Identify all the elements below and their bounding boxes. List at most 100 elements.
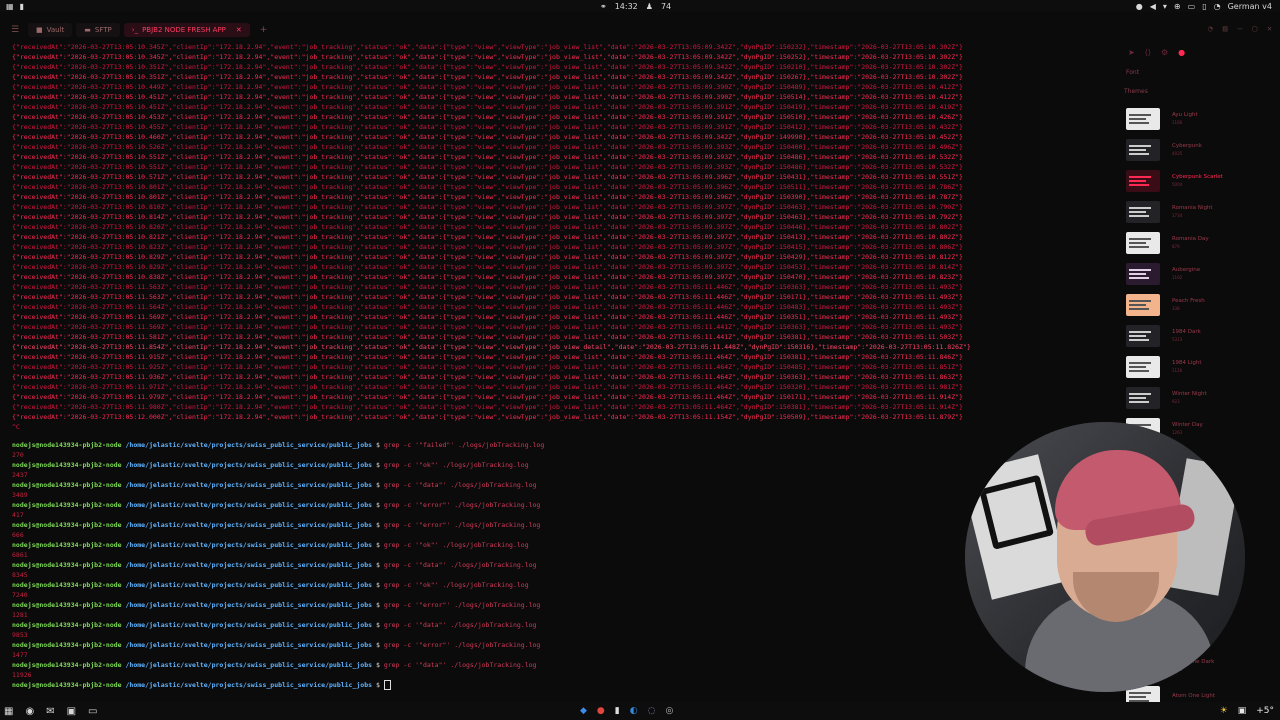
theme-thumbnail: [1126, 386, 1160, 409]
prompt-path: /home/jelastic/svelte/projects/swiss_pub…: [125, 661, 373, 669]
close-icon[interactable]: ✕: [1267, 24, 1272, 33]
mic-icon[interactable]: ▾: [1163, 2, 1167, 11]
command-result: 9853: [12, 631, 28, 639]
log-line: {"receivedAt":"2026-03-27T13:05:10.551Z"…: [12, 163, 963, 171]
vscode-icon[interactable]: ◆: [580, 706, 587, 716]
log-line: {"receivedAt":"2026-03-27T13:05:10.551Z"…: [12, 153, 963, 161]
prompt-user: nodejs@node143934-pbjb2-node: [12, 461, 122, 469]
app-grid-icon[interactable]: ▦: [4, 706, 13, 717]
github-icon[interactable]: ●: [1136, 2, 1143, 11]
prompt-path: /home/jelastic/svelte/projects/swiss_pub…: [125, 641, 373, 649]
weather-icon[interactable]: ☀: [1220, 706, 1228, 716]
battery-icon[interactable]: ▯: [1202, 2, 1206, 11]
log-line: {"receivedAt":"2026-03-27T13:05:11.569Z"…: [12, 313, 963, 321]
weather-temp[interactable]: +5°: [1256, 706, 1274, 716]
add-tab-icon[interactable]: +: [260, 25, 268, 35]
tab-sftp[interactable]: ▬ SFTP: [76, 23, 120, 37]
prompt-dollar: $: [375, 441, 380, 449]
tab-vault[interactable]: ■ Vault: [28, 23, 73, 37]
system-top-bar: ▦ ▮ ⚭ 14:32 ♟ 74 ● ◀ ▾ ⊕ ▭ ▯ ◔ German v4: [0, 0, 1280, 12]
log-line: {"receivedAt":"2026-03-27T13:05:10.810Z"…: [12, 203, 963, 211]
command-history: nodejs@node143934-pbjb2-node /home/jelas…: [12, 440, 1112, 680]
close-icon[interactable]: ✕: [236, 26, 242, 34]
log-line: {"receivedAt":"2026-03-27T13:05:11.581Z"…: [12, 333, 963, 341]
log-line: {"receivedAt":"2026-03-27T13:05:10.453Z"…: [12, 113, 963, 121]
theme-count: 4035: [1172, 151, 1183, 156]
user-icon: ♟: [645, 1, 653, 11]
log-line: {"receivedAt":"2026-03-27T13:05:10.801Z"…: [12, 193, 963, 201]
command-line: nodejs@node143934-pbjb2-node /home/jelas…: [12, 520, 1112, 530]
mail-icon[interactable]: ✉: [46, 706, 54, 717]
settings-icon[interactable]: ⚙: [1161, 48, 1168, 57]
screen-icon[interactable]: ▭: [1188, 2, 1196, 11]
theme-thumbnail: [1126, 231, 1160, 254]
theme-item[interactable]: Cyberpunk 4035: [1118, 134, 1268, 165]
network-icon[interactable]: ⊕: [1174, 2, 1181, 11]
theme-item[interactable]: Peach Fresh 338: [1118, 289, 1268, 320]
command-line: nodejs@node143934-pbjb2-node /home/jelas…: [12, 460, 1112, 470]
theme-item[interactable]: Romania Day 879: [1118, 227, 1268, 258]
bell-icon[interactable]: ◔: [1208, 24, 1213, 33]
theme-count: 5004: [1172, 182, 1183, 187]
theme-item[interactable]: Winter Night 923: [1118, 382, 1268, 413]
code-icon[interactable]: ⟨⟩: [1145, 48, 1151, 57]
theme-thumbnail: [1126, 324, 1160, 347]
theme-item[interactable]: 1984 Dark 5313: [1118, 320, 1268, 351]
theme-count: 338: [1172, 306, 1180, 311]
obs-icon[interactable]: ◎: [665, 706, 673, 716]
command-result: 1281: [12, 611, 28, 619]
theme-name: Romania Day: [1172, 236, 1209, 242]
prompt-path: /home/jelastic/svelte/projects/swiss_pub…: [125, 521, 373, 529]
log-line: {"receivedAt":"2026-03-27T13:05:10.345Z"…: [12, 53, 963, 61]
log-line: {"receivedAt":"2026-03-27T13:05:11.563Z"…: [12, 293, 963, 301]
theme-item[interactable]: Ayu Light 1166: [1118, 103, 1268, 134]
send-icon[interactable]: ➤: [1128, 48, 1135, 57]
theme-name: 1984 Light: [1172, 360, 1202, 366]
log-line: {"receivedAt":"2026-03-27T13:05:10.838Z"…: [12, 273, 963, 281]
version-label: v4: [1262, 1, 1272, 11]
theme-item[interactable]: Cyberpunk Scarlet 5004: [1118, 165, 1268, 196]
keyboard-layout[interactable]: German v4: [1228, 2, 1272, 11]
menu-icon[interactable]: ☰: [6, 25, 24, 35]
prompt-user: nodejs@node143934-pbjb2-node: [12, 441, 122, 449]
theme-item[interactable]: Romania Night 1734: [1118, 196, 1268, 227]
chrome-icon[interactable]: ●: [597, 706, 605, 716]
log-line: {"receivedAt":"2026-03-27T13:05:11.936Z"…: [12, 373, 963, 381]
log-line: {"receivedAt":"2026-03-27T13:05:10.526Z"…: [12, 143, 963, 151]
prompt-user: nodejs@node143934-pbjb2-node: [12, 481, 122, 489]
theme-name: Peach Fresh: [1172, 298, 1205, 304]
prompt-dollar: $: [375, 581, 380, 589]
tab-terminal[interactable]: ›_ PBJB2 NODE FRESH APP ✕: [123, 23, 250, 37]
app-grid-icon[interactable]: ▦: [6, 2, 14, 11]
minimize-icon[interactable]: —: [1238, 24, 1243, 33]
folder-icon[interactable]: ▭: [88, 706, 97, 717]
prompt-path: /home/jelastic/svelte/projects/swiss_pub…: [125, 581, 373, 589]
log-line: {"receivedAt":"2026-03-27T13:05:10.460Z"…: [12, 133, 963, 141]
command-line: nodejs@node143934-pbjb2-node /home/jelas…: [12, 480, 1112, 490]
edge-icon[interactable]: ◐: [630, 706, 638, 716]
terminal-output[interactable]: {"receivedAt":"2026-03-27T13:05:10.345Z"…: [12, 42, 1112, 694]
active-prompt[interactable]: nodejs@node143934-pbjb2-node /home/jelas…: [12, 680, 1112, 690]
terminal-icon[interactable]: ▣: [1238, 706, 1247, 716]
theme-item[interactable]: 1984 Light 1126: [1118, 351, 1268, 382]
layout-icon[interactable]: ▥: [1223, 24, 1228, 33]
clock[interactable]: 14:32: [615, 2, 638, 11]
theme-item[interactable]: Aubergine 1162: [1118, 258, 1268, 289]
maximize-icon[interactable]: ▢: [1252, 24, 1257, 33]
prompt-dollar: $: [375, 681, 380, 689]
file-icon[interactable]: ▮: [615, 706, 620, 716]
record-icon[interactable]: ●: [1178, 48, 1185, 57]
image-icon[interactable]: ▣: [67, 706, 76, 717]
browser-icon[interactable]: ◉: [25, 706, 34, 717]
folder-icon: ▬: [84, 26, 91, 34]
theme-thumbnail: [1126, 138, 1160, 161]
bell-icon[interactable]: ◔: [1214, 2, 1221, 11]
settings-icon[interactable]: ◌: [648, 706, 656, 716]
volume-icon[interactable]: ◀: [1150, 2, 1156, 11]
log-line: {"receivedAt":"2026-03-27T13:05:11.915Z"…: [12, 353, 963, 361]
lock-icon[interactable]: ▮: [20, 2, 24, 11]
window-controls: ◔ ▥ — ▢ ✕: [1208, 24, 1272, 33]
log-line: {"receivedAt":"2026-03-27T13:05:10.451Z"…: [12, 93, 963, 101]
log-line: {"receivedAt":"2026-03-27T13:05:10.814Z"…: [12, 213, 963, 221]
log-line: {"receivedAt":"2026-03-27T13:05:11.569Z"…: [12, 323, 963, 331]
